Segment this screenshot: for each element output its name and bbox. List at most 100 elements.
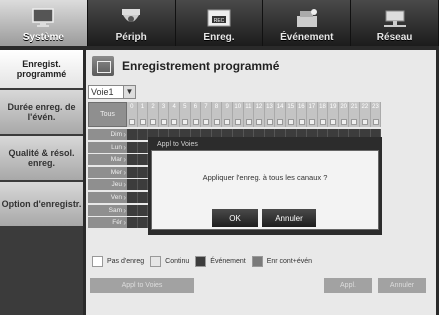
hour-checkbox[interactable] xyxy=(234,119,241,125)
hour-header[interactable]: 14 xyxy=(275,102,286,127)
left-item-label: Enregist. programmé xyxy=(16,59,67,79)
hour-label: 9 xyxy=(225,104,229,110)
schedule-cell[interactable] xyxy=(137,179,149,191)
hour-header[interactable]: 16 xyxy=(296,102,308,127)
hour-checkbox[interactable] xyxy=(362,119,369,125)
hour-header[interactable]: 11 xyxy=(243,102,255,127)
hour-checkbox[interactable] xyxy=(340,119,347,125)
hour-header[interactable]: 10 xyxy=(232,102,244,127)
menu-systeme[interactable]: Système xyxy=(0,0,88,46)
hour-header[interactable]: 21 xyxy=(349,102,361,127)
legend-label: Enr cont+évén xyxy=(266,258,313,265)
hour-checkbox[interactable] xyxy=(213,119,220,125)
day-label[interactable]: Jeu xyxy=(88,179,127,191)
hour-header[interactable]: 19 xyxy=(328,102,339,127)
menu-periph[interactable]: Périph xyxy=(88,0,176,46)
hour-header[interactable]: 1 xyxy=(137,102,149,127)
day-label[interactable]: Dim xyxy=(88,129,127,140)
left-item-qualite-resol[interactable]: Qualité & résol. enreg. xyxy=(0,136,83,182)
hour-header[interactable]: 7 xyxy=(201,102,212,127)
hour-label: 7 xyxy=(204,104,208,110)
hour-checkbox[interactable] xyxy=(309,119,316,125)
menu-evenement[interactable]: Événement xyxy=(263,0,352,46)
hour-label: 20 xyxy=(340,104,348,110)
hour-checkbox[interactable] xyxy=(224,119,231,125)
hour-header[interactable]: 0 xyxy=(127,102,138,127)
hour-checkbox[interactable] xyxy=(266,119,273,125)
schedule-cell[interactable] xyxy=(127,191,138,203)
hour-checkbox[interactable] xyxy=(139,119,146,125)
hour-checkbox[interactable] xyxy=(287,119,294,125)
apply-button[interactable]: Appl. xyxy=(324,278,372,293)
hour-checkbox[interactable] xyxy=(181,119,188,125)
hour-checkbox[interactable] xyxy=(256,119,263,125)
schedule-cell[interactable] xyxy=(137,154,149,166)
day-label[interactable]: Ven xyxy=(88,191,127,203)
channel-select[interactable]: Voie1 ▼ xyxy=(88,85,136,99)
all-button[interactable]: Tous xyxy=(88,102,127,127)
left-item-enregist-programme[interactable]: Enregist. programmé xyxy=(0,50,83,90)
schedule-cell[interactable] xyxy=(127,129,138,140)
hour-checkbox[interactable] xyxy=(150,119,157,125)
hour-checkbox[interactable] xyxy=(160,119,167,125)
hour-header[interactable]: 15 xyxy=(285,102,297,127)
hour-header[interactable]: 6 xyxy=(190,102,202,127)
hour-checkbox[interactable] xyxy=(192,119,199,125)
hour-checkbox[interactable] xyxy=(298,119,305,125)
day-label[interactable]: Fér xyxy=(88,217,127,229)
cancel-button[interactable]: Annuler xyxy=(378,278,426,293)
schedule-cell[interactable] xyxy=(137,191,149,203)
hour-checkbox[interactable] xyxy=(351,119,358,125)
hour-header[interactable]: 13 xyxy=(264,102,276,127)
hour-label: 6 xyxy=(193,104,198,110)
schedule-cell[interactable] xyxy=(137,204,149,216)
hour-header[interactable]: 18 xyxy=(317,102,329,127)
hour-checkbox[interactable] xyxy=(372,119,379,125)
hour-header[interactable]: 12 xyxy=(254,102,265,127)
schedule-cell[interactable] xyxy=(127,154,138,166)
hour-label: 18 xyxy=(319,104,326,110)
schedule-cell[interactable] xyxy=(137,217,149,229)
legend-swatch-cont-event xyxy=(251,256,263,267)
schedule-cell[interactable] xyxy=(127,166,138,178)
hour-checkbox[interactable] xyxy=(330,119,337,125)
schedule-cell[interactable] xyxy=(127,204,138,216)
left-item-duree-enreg[interactable]: Durée enreg. de l'évén. xyxy=(0,90,83,136)
hour-checkbox[interactable] xyxy=(129,119,135,125)
hour-label: 22 xyxy=(361,104,369,110)
left-item-option-enregistr[interactable]: Option d'enregistr. xyxy=(0,182,83,228)
hour-header[interactable]: 23 xyxy=(370,102,382,127)
hour-checkbox[interactable] xyxy=(245,119,252,125)
hour-checkbox[interactable] xyxy=(171,119,178,125)
schedule-cell[interactable] xyxy=(137,166,149,178)
hour-header[interactable]: 2 xyxy=(148,102,159,127)
day-label[interactable]: Sam xyxy=(88,204,127,216)
hour-header[interactable]: 8 xyxy=(211,102,223,127)
menu-label: Enreg. xyxy=(203,32,235,43)
hour-checkbox[interactable] xyxy=(277,119,284,125)
schedule-cell[interactable] xyxy=(127,141,138,153)
day-label[interactable]: Mar xyxy=(88,154,127,166)
monitor-icon xyxy=(32,8,55,27)
hour-header[interactable]: 17 xyxy=(307,102,318,127)
schedule-cell[interactable] xyxy=(137,129,149,140)
hour-header[interactable]: 3 xyxy=(158,102,170,127)
hour-header[interactable]: 20 xyxy=(338,102,350,127)
menu-enreg[interactable]: REC Enreg. xyxy=(176,0,264,46)
hour-header[interactable]: 22 xyxy=(360,102,371,127)
menu-reseau[interactable]: Réseau xyxy=(351,0,439,46)
day-label[interactable]: Mer xyxy=(88,166,127,178)
hour-header[interactable]: 4 xyxy=(169,102,180,127)
dialog-ok-button[interactable]: OK xyxy=(212,209,258,227)
hour-header[interactable]: 9 xyxy=(222,102,233,127)
schedule-cell[interactable] xyxy=(127,179,138,191)
schedule-cell[interactable] xyxy=(137,141,149,153)
dialog-cancel-button[interactable]: Annuler xyxy=(262,209,316,227)
schedule-cell[interactable] xyxy=(127,217,138,229)
hour-header-row: Tous 0 1 2 3 4 5 6 7 8 9 10 11 12 13 14 15 16 17 18 19 20 21 2… xyxy=(88,102,382,129)
hour-checkbox[interactable] xyxy=(203,119,210,125)
apply-to-channels-button[interactable]: Appl to Voies xyxy=(90,278,194,293)
hour-header[interactable]: 5 xyxy=(179,102,191,127)
hour-checkbox[interactable] xyxy=(319,119,326,125)
day-label[interactable]: Lun xyxy=(88,141,127,153)
